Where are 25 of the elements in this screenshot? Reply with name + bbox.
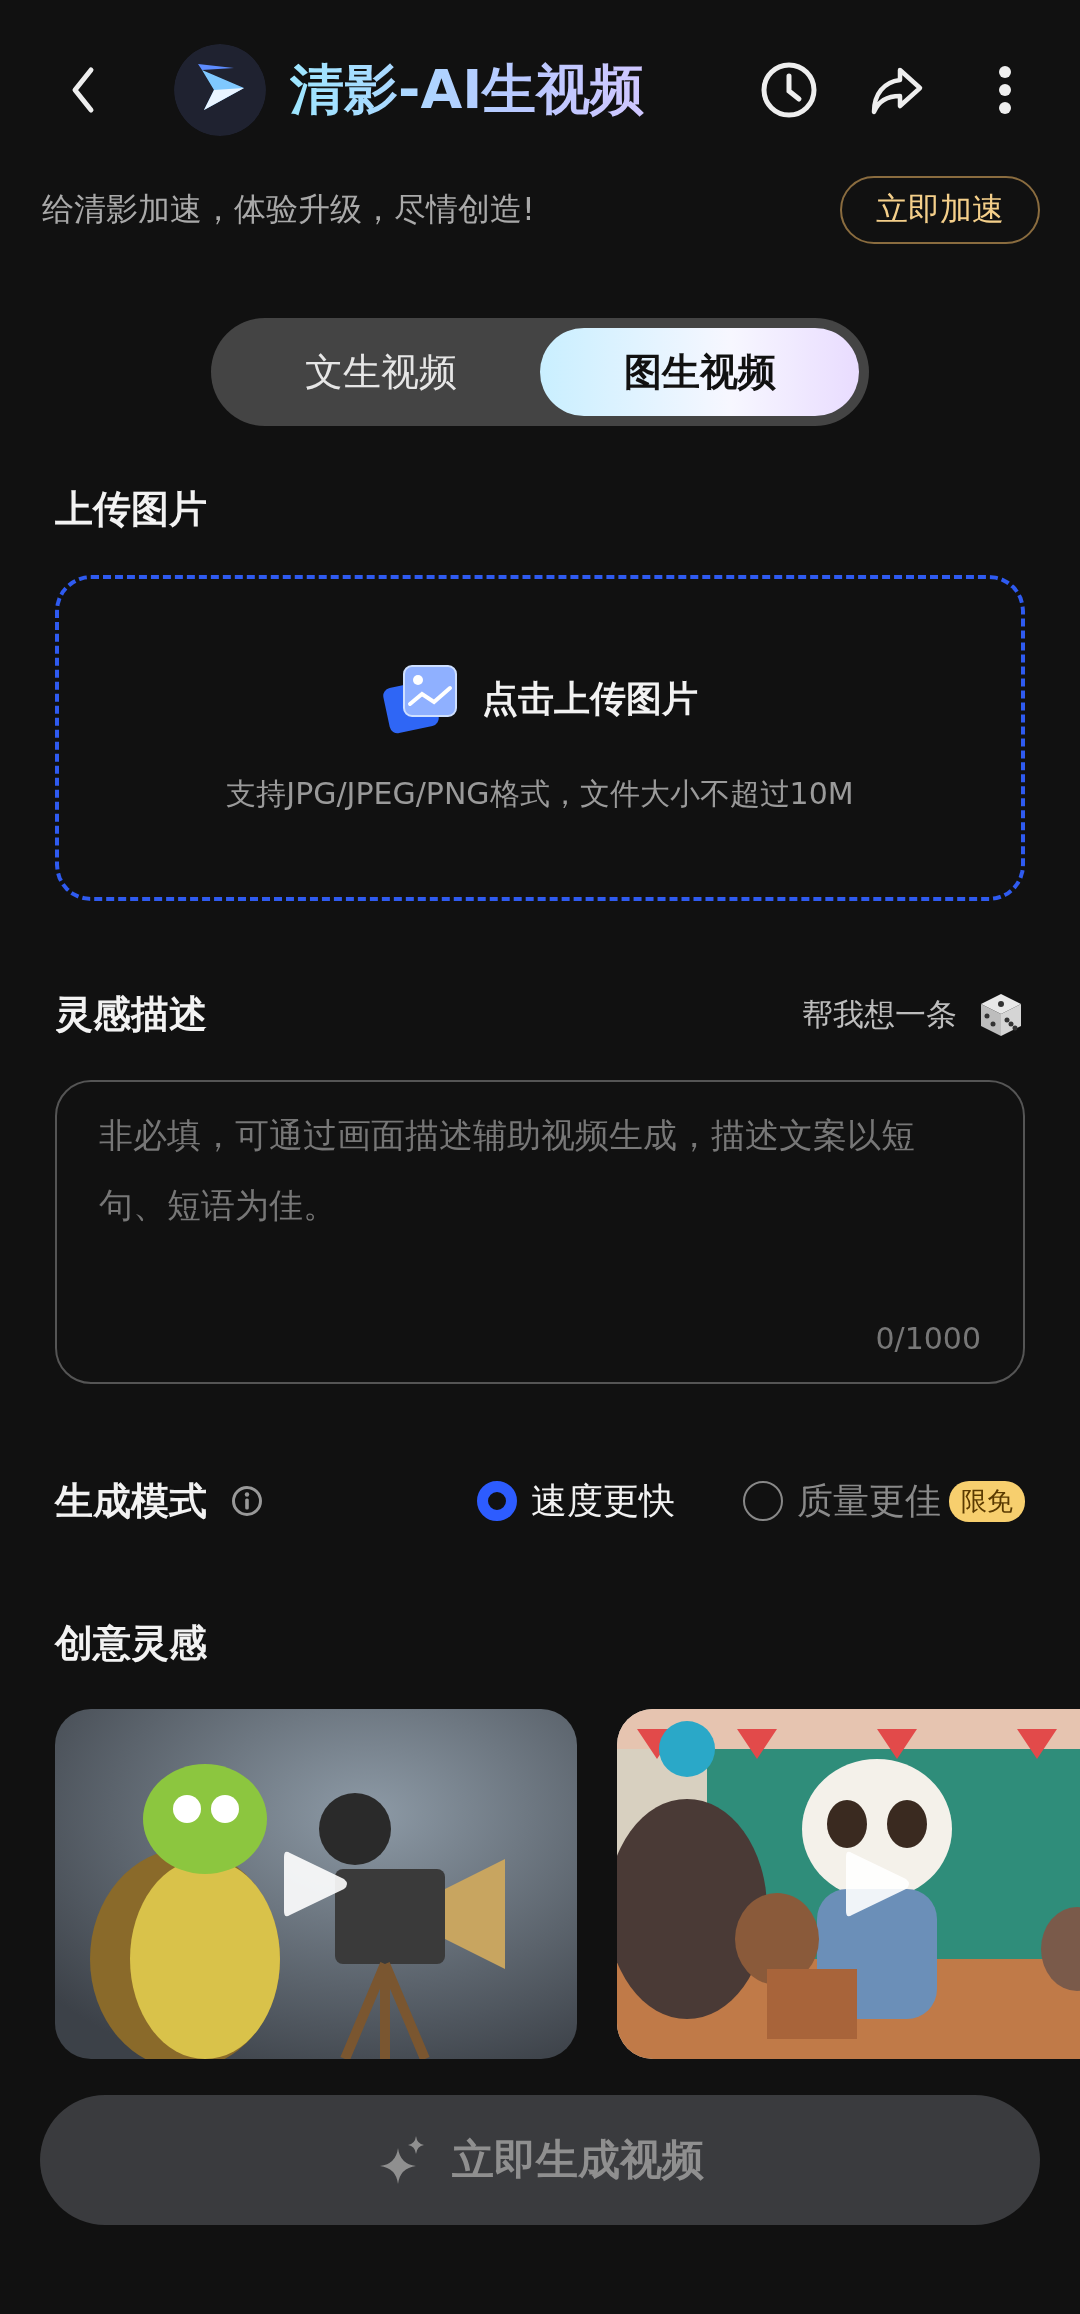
upload-area[interactable]: 点击上传图片 支持JPG/JPEG/PNG格式，文件大小不超过10M	[55, 575, 1025, 901]
info-icon[interactable]	[231, 1485, 263, 1517]
tab[interactable]: 图生视频	[540, 328, 859, 416]
section-heading: 灵感描述	[55, 991, 207, 1038]
section-heading: 创意灵感	[55, 1620, 208, 1667]
play-icon[interactable]	[284, 1849, 348, 1919]
free-badge: 限免	[949, 1480, 1025, 1522]
promo-text: 给清影加速，体验升级，尽情创造!	[42, 189, 535, 230]
tab[interactable]: 文生视频	[221, 328, 540, 416]
placeholder-text: 非必填，可通过画面描述辅助视频生成，描述文案以短句、短语为佳。	[99, 1114, 916, 1227]
radio-button[interactable]	[743, 1481, 783, 1521]
char-counter: 0/1000	[875, 1321, 981, 1356]
clock-icon	[760, 61, 818, 119]
suggest-button[interactable]: 帮我想一条	[802, 989, 1025, 1040]
radio-option[interactable]: 质量更佳 限免	[743, 1476, 1025, 1526]
section-heading: 上传图片	[55, 486, 208, 533]
upload-hint: 支持JPG/JPEG/PNG格式，文件大小不超过10M	[226, 774, 854, 813]
speed-up-button[interactable]: 立即加速	[840, 176, 1040, 244]
description-field[interactable]: 非必填，可通过画面描述辅助视频生成，描述文案以短句、短语为佳。 0/1000	[55, 1080, 1025, 1384]
logo-icon	[174, 44, 266, 136]
radio-button[interactable]	[477, 1481, 517, 1521]
upload-label: 点击上传图片	[482, 677, 698, 721]
more-icon	[998, 65, 1012, 115]
section-heading: 生成模式	[55, 1477, 207, 1525]
radio-option[interactable]: 速度更快	[477, 1476, 675, 1526]
